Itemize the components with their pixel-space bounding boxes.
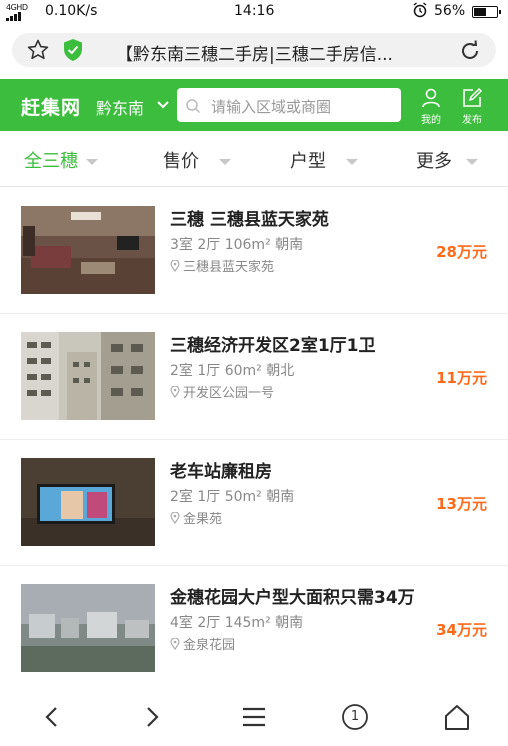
alarm-icon bbox=[413, 2, 427, 18]
living-room-photo bbox=[21, 206, 155, 294]
publish-button[interactable]: 发布 bbox=[452, 87, 492, 127]
listing-specs: 4室 2厅 145m² 朝南 bbox=[170, 615, 304, 631]
listing-photo[interactable] bbox=[21, 206, 155, 294]
listing-location: 金泉花园 bbox=[170, 634, 235, 653]
listing-price: 34万元 bbox=[436, 621, 487, 639]
location-pin-icon bbox=[170, 259, 180, 273]
city-view-photo bbox=[21, 584, 155, 672]
reload-icon[interactable] bbox=[458, 39, 482, 63]
location-pin-icon bbox=[170, 637, 180, 651]
listing-specs: 2室 1厅 60m² 朝北 bbox=[170, 363, 295, 379]
caret-down-icon bbox=[466, 159, 478, 165]
filter-more[interactable]: 更多 bbox=[416, 147, 478, 173]
battery-icon bbox=[472, 6, 501, 18]
listing-item[interactable]: 老车站廉租房 2室 1厅 50m² 朝南 金果苑 13万元 bbox=[0, 440, 508, 566]
tabs-button[interactable]: 1 bbox=[335, 700, 375, 734]
back-button[interactable] bbox=[32, 700, 72, 734]
ganji-logo[interactable]: 赶集网 bbox=[21, 93, 81, 120]
listing-price: 11万元 bbox=[436, 369, 487, 387]
listing-photo[interactable] bbox=[21, 332, 155, 420]
filter-price[interactable]: 售价 bbox=[163, 147, 231, 173]
filter-bar: 全三穗 售价 户型 更多 bbox=[0, 131, 508, 187]
filter-layout[interactable]: 户型 bbox=[290, 147, 358, 173]
menu-icon bbox=[243, 707, 265, 727]
network-speed: 0.10K/s bbox=[45, 3, 98, 19]
bookmark-star-icon[interactable] bbox=[26, 38, 50, 62]
listing-location: 金果苑 bbox=[170, 508, 222, 527]
browser-address-bar[interactable]: 【黔东南三穗二手房|三穗二手房信... bbox=[12, 33, 496, 67]
user-icon bbox=[422, 88, 440, 108]
forward-button[interactable] bbox=[132, 700, 172, 734]
location-pin-icon bbox=[170, 385, 180, 399]
battery-percent: 56% bbox=[434, 3, 466, 19]
menu-button[interactable] bbox=[234, 700, 274, 734]
search-placeholder: 请输入区域或商圈 bbox=[211, 98, 332, 116]
listing-item[interactable]: 金穗花园大户型大面积只需34万 4室 2厅 145m² 朝南 金泉花园 34万元 bbox=[0, 566, 508, 692]
listing-item[interactable]: 三穗经济开发区2室1厅1卫 2室 1厅 60m² 朝北 开发区公园一号 11万元 bbox=[0, 314, 508, 440]
listing-title[interactable]: 三穗经济开发区2室1厅1卫 bbox=[170, 331, 376, 356]
listing-price: 28万元 bbox=[436, 243, 487, 261]
chevron-left-icon bbox=[45, 707, 57, 727]
listing-title[interactable]: 老车站廉租房 bbox=[170, 457, 272, 482]
search-icon bbox=[186, 99, 201, 114]
caret-down-icon bbox=[219, 159, 231, 165]
caret-down-icon bbox=[86, 159, 98, 165]
signal-indicator: 4GHD bbox=[6, 4, 40, 23]
listing-location: 三穗县蓝天家苑 bbox=[170, 256, 274, 275]
app-header: 赶集网 黔东南 请输入区域或商圈 我的 发布 bbox=[0, 79, 508, 131]
filter-area[interactable]: 全三穗 bbox=[24, 147, 98, 173]
listing-title[interactable]: 金穗花园大户型大面积只需34万 bbox=[170, 583, 415, 608]
location-pin-icon bbox=[170, 511, 180, 525]
listing-specs: 2室 1厅 50m² 朝南 bbox=[170, 489, 295, 505]
page-title[interactable]: 【黔东南三穗二手房|三穗二手房信... bbox=[116, 40, 456, 65]
chevron-right-icon bbox=[147, 707, 159, 727]
search-input[interactable]: 请输入区域或商圈 bbox=[177, 88, 401, 122]
home-icon bbox=[445, 705, 469, 730]
listing-location: 开发区公园一号 bbox=[170, 382, 274, 401]
caret-down-icon bbox=[346, 159, 358, 165]
home-button[interactable] bbox=[437, 700, 477, 734]
tab-count: 1 bbox=[350, 709, 360, 724]
apartment-buildings-photo bbox=[21, 332, 155, 420]
listing-specs: 3室 2厅 106m² 朝南 bbox=[170, 237, 304, 253]
status-bar: 4GHD 0.10K/s 14:16 56% bbox=[0, 0, 508, 24]
browser-bottom-nav: 1 bbox=[0, 690, 508, 746]
publish-label: 发布 bbox=[462, 115, 482, 126]
listing-price: 13万元 bbox=[436, 495, 487, 513]
listing-photo[interactable] bbox=[21, 458, 155, 546]
edit-icon bbox=[463, 87, 483, 107]
city-selector[interactable]: 黔东南 bbox=[96, 95, 144, 119]
tv-room-photo bbox=[21, 458, 155, 546]
listing-title[interactable]: 三穗 三穗县蓝天家苑 bbox=[170, 205, 329, 230]
secure-shield-icon bbox=[64, 39, 82, 61]
chevron-down-icon[interactable] bbox=[156, 99, 170, 111]
clock: 14:16 bbox=[234, 3, 275, 19]
signal-bars-icon bbox=[6, 12, 21, 21]
listing-item[interactable]: 三穗 三穗县蓝天家苑 3室 2厅 106m² 朝南 三穗县蓝天家苑 28万元 bbox=[0, 188, 508, 314]
mine-button[interactable]: 我的 bbox=[411, 87, 451, 127]
listing-photo[interactable] bbox=[21, 584, 155, 672]
mine-label: 我的 bbox=[421, 115, 441, 126]
